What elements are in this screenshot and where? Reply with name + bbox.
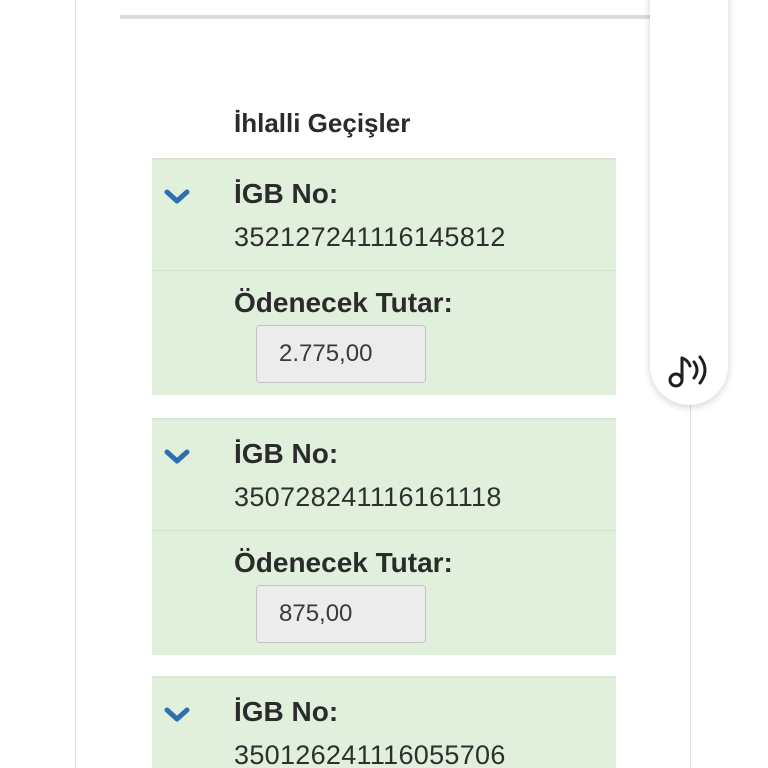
chevron-down-icon[interactable]	[164, 706, 190, 724]
amount-field[interactable]: 2.775,00	[256, 325, 426, 383]
amount-field[interactable]: 875,00	[256, 585, 426, 643]
violation-card: İGB No: 352127241116145812 Ödenecek Tuta…	[152, 158, 616, 395]
violation-header[interactable]: İGB No: 352127241116145812	[152, 160, 616, 271]
panel-left-border	[75, 0, 76, 768]
audio-reader-icon[interactable]	[664, 348, 716, 392]
violations-page: İhlalli Geçişler İGB No: 352127241116145…	[0, 0, 768, 768]
violation-header[interactable]: İGB No: 350728241116161118	[152, 420, 616, 531]
violation-card: İGB No: 350126241116055706	[152, 676, 616, 768]
igb-label: İGB No:	[234, 438, 339, 469]
igb-label: İGB No:	[234, 178, 339, 209]
violation-header[interactable]: İGB No: 350126241116055706	[152, 678, 616, 768]
violation-card: İGB No: 350728241116161118 Ödenecek Tuta…	[152, 418, 616, 655]
violation-amount-row: Ödenecek Tutar: 2.775,00	[152, 271, 616, 395]
igb-number: 350728241116161118	[234, 482, 502, 512]
amount-label: Ödenecek Tutar:	[234, 287, 453, 318]
igb-number: 352127241116145812	[234, 222, 506, 252]
section-divider	[120, 15, 650, 19]
igb-number: 350126241116055706	[234, 740, 506, 768]
violation-amount-row: Ödenecek Tutar: 875,00	[152, 531, 616, 655]
chevron-down-icon[interactable]	[164, 188, 190, 206]
floating-accessibility-widget	[650, 0, 728, 405]
chevron-down-icon[interactable]	[164, 448, 190, 466]
amount-label: Ödenecek Tutar:	[234, 547, 453, 578]
section-title: İhlalli Geçişler	[234, 108, 411, 138]
igb-label: İGB No:	[234, 696, 339, 727]
